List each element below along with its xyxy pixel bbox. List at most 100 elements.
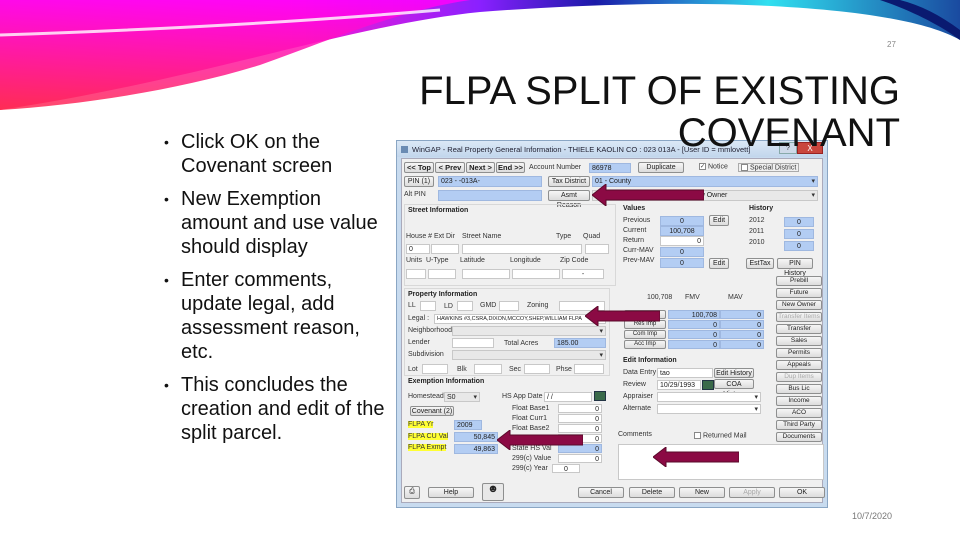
nav-end-button[interactable]: End >> — [496, 162, 525, 173]
history-year: 2010 — [749, 239, 765, 246]
pin-button[interactable]: PIN (1) — [404, 176, 434, 187]
gmd-field[interactable] — [499, 301, 519, 311]
edit-history-button[interactable]: Edit History — [714, 368, 754, 378]
units-field[interactable] — [406, 269, 426, 279]
notice-checkbox[interactable]: ✓ Notice — [699, 163, 728, 170]
previous-label: Previous — [623, 217, 651, 224]
pin-field[interactable]: 023 - -013A- — [438, 176, 542, 187]
data-entry-field[interactable]: tao — [657, 368, 713, 378]
curr-mav-value: 0 — [660, 247, 704, 257]
review-field[interactable]: 10/29/1993 — [657, 380, 701, 390]
delete-button[interactable]: Delete — [629, 487, 675, 498]
neighborhood-select[interactable] — [452, 326, 606, 336]
edit-prev-mav-button[interactable]: Edit — [709, 258, 729, 269]
covenant-button[interactable]: Covenant (2) — [410, 406, 454, 416]
longitude-label: Longitude — [510, 257, 541, 264]
lot-field[interactable] — [422, 364, 448, 374]
utype-field[interactable] — [428, 269, 456, 279]
side-button-income[interactable]: Income — [776, 396, 822, 406]
alt-pin-label: Alt PIN — [404, 191, 426, 198]
apply-button[interactable]: Apply — [729, 487, 775, 498]
bullet-list: Click OK on the Covenant screen New Exem… — [160, 130, 390, 454]
latitude-label: Latitude — [460, 257, 485, 264]
side-button-documents[interactable]: Documents — [776, 432, 822, 442]
ll-field[interactable] — [420, 301, 436, 311]
help-button[interactable]: Help — [428, 487, 474, 498]
alternate-label: Alternate — [623, 405, 652, 412]
history-value: 0 — [784, 241, 814, 251]
exemption-row-value[interactable]: 0 — [558, 404, 602, 413]
hs-app-date-label: HS App Date — [502, 393, 543, 400]
calendar-icon[interactable] — [594, 391, 606, 401]
side-button-aco[interactable]: ACO — [776, 408, 822, 418]
edit-previous-button[interactable]: Edit — [709, 215, 729, 226]
street-name-field[interactable] — [462, 244, 582, 254]
nav-top-button[interactable]: << Top — [404, 162, 434, 173]
res-imp-mav: 0 — [720, 320, 764, 329]
arrow-comments-icon — [653, 447, 739, 467]
exemption-row-value[interactable]: 0 — [558, 414, 602, 423]
side-button-future[interactable]: Future — [776, 288, 822, 298]
total-acres-field[interactable]: 185.00 — [554, 338, 606, 348]
bullet-item: New Exemption amount and use value shoul… — [160, 187, 390, 259]
coa-history-button[interactable]: COA History — [714, 379, 754, 398]
phse-field[interactable] — [574, 364, 604, 374]
com-imp-button[interactable]: Com Imp — [624, 330, 666, 339]
phse-label: Phse — [556, 366, 572, 373]
side-button-dup-items[interactable]: Dup Items — [776, 372, 822, 382]
exemption-row-value[interactable]: 0 — [552, 464, 580, 473]
appraiser-label: Appraiser — [623, 393, 653, 400]
special-district-checkbox[interactable]: Special District — [738, 163, 800, 173]
ext-dir-field[interactable] — [431, 244, 459, 254]
account-number-field[interactable]: 86978 — [589, 163, 631, 173]
print-button[interactable]: ⎙ — [404, 486, 420, 499]
flpa-cu-val-label: FLPA CU Val — [408, 433, 449, 440]
homestead-select[interactable]: S0 — [444, 392, 480, 402]
side-button-bus-lic[interactable]: Bus Lic — [776, 384, 822, 394]
calendar-icon[interactable] — [702, 380, 714, 390]
new-button[interactable]: New — [679, 487, 725, 498]
ld-field[interactable] — [457, 301, 473, 311]
duplicate-button[interactable]: Duplicate — [638, 162, 684, 173]
ld-label: LD — [444, 303, 453, 310]
side-button-permits[interactable]: Permits — [776, 348, 822, 358]
legal-field[interactable]: HAWKINS #3,CSRA,DIXON,MCCOY,SHEP,WILLIAM… — [434, 314, 606, 324]
ok-button[interactable]: OK — [779, 487, 825, 498]
side-button-transfer-items[interactable]: Transfer Items — [776, 312, 822, 322]
appraiser-select[interactable] — [657, 392, 761, 402]
latitude-field[interactable] — [462, 269, 510, 279]
sec-field[interactable] — [524, 364, 550, 374]
side-button-transfer[interactable]: Transfer — [776, 324, 822, 334]
return-field[interactable]: 0 — [660, 236, 704, 246]
review-label: Review — [623, 381, 646, 388]
pin-history-button[interactable]: PIN History — [777, 258, 813, 277]
returned-mail-checkbox[interactable]: Returned Mail — [694, 432, 747, 439]
cancel-button[interactable]: Cancel — [578, 487, 624, 498]
subdivision-select[interactable] — [452, 350, 606, 360]
side-button-new-owner[interactable]: New Owner — [776, 300, 822, 310]
tax-district-button[interactable]: Tax District — [548, 176, 590, 187]
lender-field[interactable] — [452, 338, 494, 348]
side-button-third-party[interactable]: Third Party — [776, 420, 822, 430]
users-button[interactable]: ☻ — [482, 483, 504, 501]
est-tax-button[interactable]: EstTax — [746, 258, 774, 269]
quad-field[interactable] — [585, 244, 609, 254]
alt-pin-field[interactable] — [438, 190, 542, 201]
house-number-field[interactable]: 0 — [406, 244, 430, 254]
arrow-flpa-icon — [497, 430, 583, 450]
asmt-reason-button[interactable]: Asmt Reason — [548, 190, 590, 209]
acc-imp-button[interactable]: Acc Imp — [624, 340, 666, 349]
side-button-sales[interactable]: Sales — [776, 336, 822, 346]
nav-prev-button[interactable]: < Prev — [435, 162, 465, 173]
nav-next-button[interactable]: Next > — [466, 162, 495, 173]
zip-code-field[interactable]: - — [562, 269, 604, 279]
side-button-prebill[interactable]: Prebill — [776, 276, 822, 286]
alternate-select[interactable] — [657, 404, 761, 414]
history-year: 2012 — [749, 217, 765, 224]
exemption-row-value[interactable]: 0 — [558, 454, 602, 463]
blk-field[interactable] — [474, 364, 502, 374]
history-heading: History — [749, 205, 774, 212]
longitude-field[interactable] — [512, 269, 560, 279]
hs-app-date-field[interactable]: / / — [544, 392, 592, 402]
side-button-appeals[interactable]: Appeals — [776, 360, 822, 370]
